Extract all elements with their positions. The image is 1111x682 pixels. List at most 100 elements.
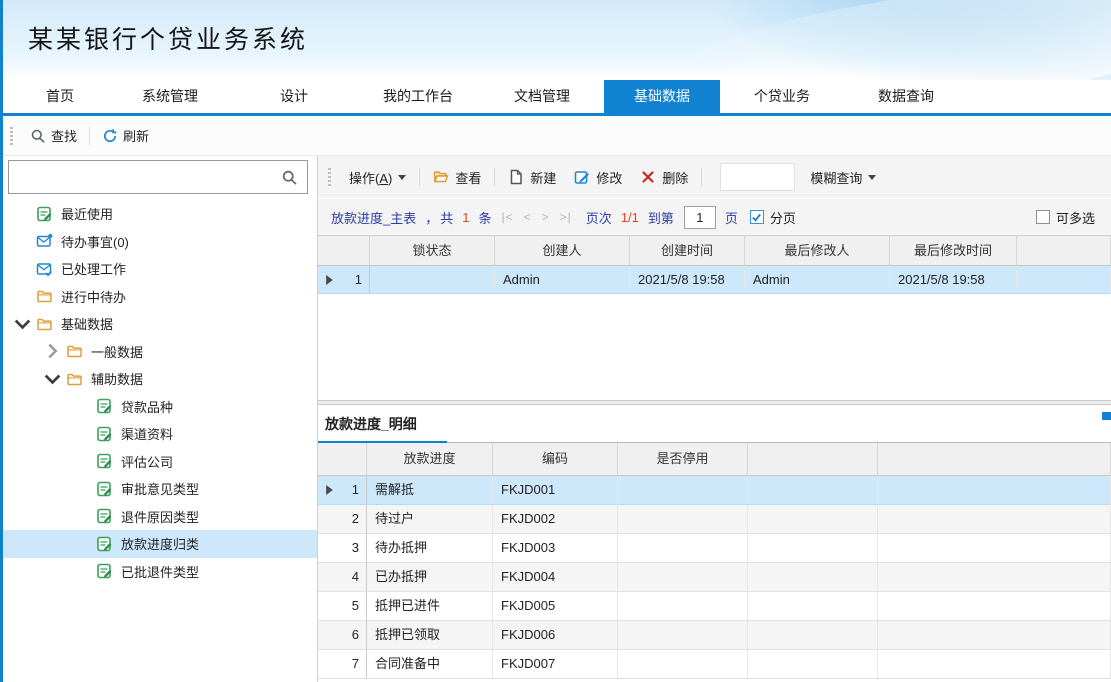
column-header-创建时间[interactable]: 创建时间 — [630, 236, 745, 266]
row-number: 4 — [352, 563, 359, 591]
tree-item-渠道资料[interactable]: 渠道资料 — [0, 420, 317, 448]
tree-item-审批意见类型[interactable]: 审批意见类型 — [0, 475, 317, 503]
row-header-cell[interactable]: 2 — [318, 505, 367, 534]
toolbar-grip[interactable] — [328, 168, 331, 186]
tab-数据查询[interactable]: 数据查询 — [844, 80, 968, 113]
column-header-放款进度[interactable]: 放款进度 — [367, 443, 493, 476]
tree-item-贷款品种[interactable]: 贷款品种 — [0, 393, 317, 421]
column-header-最后修改人[interactable]: 最后修改人 — [745, 236, 890, 266]
toolbar-separator — [701, 168, 702, 186]
tab-我的工作台[interactable]: 我的工作台 — [356, 80, 480, 113]
tree-item-评估公司[interactable]: 评估公司 — [0, 448, 317, 476]
column-header-锁状态[interactable]: 锁状态 — [370, 236, 495, 266]
row-header-cell[interactable]: 3 — [318, 534, 367, 563]
cell: FKJD002 — [493, 505, 618, 534]
column-header-blank[interactable] — [1017, 236, 1111, 266]
chevron-down-icon[interactable] — [44, 371, 61, 387]
row-header-cell[interactable]: 7 — [318, 650, 367, 679]
new-button[interactable]: 新建 — [499, 163, 565, 191]
table-row[interactable]: 5抵押已进件FKJD005 — [318, 592, 1111, 621]
fuzzy-query-dropdown[interactable]: 模糊查询 — [801, 163, 885, 191]
tab-文档管理[interactable]: 文档管理 — [480, 80, 604, 113]
sidebar-search-box — [8, 160, 308, 194]
separator-text: ， — [425, 208, 438, 227]
edit-button[interactable]: 修改 — [565, 163, 631, 191]
cell: Admin — [495, 266, 630, 294]
toolbar-grip[interactable] — [10, 127, 13, 145]
tree-item-已批退件类型[interactable]: 已批退件类型 — [0, 558, 317, 586]
folder-icon — [66, 343, 83, 359]
chevron-down-icon[interactable] — [14, 316, 31, 332]
tab-设计[interactable]: 设计 — [232, 80, 356, 113]
cell — [748, 534, 878, 563]
refresh-icon — [102, 128, 118, 144]
tree-item-进行中待办[interactable]: 进行中待办 — [0, 283, 317, 311]
cell — [748, 505, 878, 534]
navigation-tree: 最近使用待办事宜(0)已处理工作进行中待办基础数据一般数据辅助数据贷款品种渠道资… — [0, 200, 317, 682]
prev-page-button[interactable]: < — [524, 210, 532, 224]
column-header-blank[interactable] — [318, 443, 367, 476]
tree-item-一般数据[interactable]: 一般数据 — [0, 338, 317, 366]
toolbar-separator — [89, 127, 90, 145]
chevron-right-icon[interactable] — [44, 343, 61, 359]
row-number: 6 — [352, 621, 359, 649]
tree-item-辅助数据[interactable]: 辅助数据 — [0, 365, 317, 393]
delete-button[interactable]: 删除 — [631, 163, 697, 191]
paging-checkbox[interactable] — [750, 210, 764, 224]
doc-edit-icon — [96, 453, 113, 469]
table-row[interactable]: 1需解抵FKJD001 — [318, 476, 1111, 505]
view-button[interactable]: 查看 — [424, 163, 490, 191]
column-header-编码[interactable]: 编码 — [493, 443, 618, 476]
table-row[interactable]: 4已办抵押FKJD004 — [318, 563, 1111, 592]
tree-item-label: 放款进度归类 — [121, 534, 199, 553]
total-label: 共 — [440, 208, 453, 227]
next-page-button[interactable]: > — [542, 210, 550, 224]
row-header-cell[interactable]: 1 — [318, 476, 367, 505]
row-header-cell[interactable]: 6 — [318, 621, 367, 650]
tab-基础数据[interactable]: 基础数据 — [604, 80, 720, 113]
grid-toolbar: 操作(A) 查看 新建 修改 删除 — [318, 156, 1111, 198]
tree-item-基础数据[interactable]: 基础数据 — [0, 310, 317, 338]
table-row[interactable]: 3待办抵押FKJD003 — [318, 534, 1111, 563]
check-icon — [751, 212, 762, 223]
column-header-创建人[interactable]: 创建人 — [495, 236, 630, 266]
goto-page-input[interactable] — [684, 206, 716, 229]
tree-item-最近使用[interactable]: 最近使用 — [0, 200, 317, 228]
table-row[interactable]: 6抵押已领取FKJD006 — [318, 621, 1111, 650]
tab-个贷业务[interactable]: 个贷业务 — [720, 80, 844, 113]
find-button[interactable]: 查找 — [22, 123, 85, 149]
first-page-button[interactable]: |< — [502, 210, 514, 224]
toolbar-filter-input[interactable] — [720, 163, 795, 191]
table-row[interactable]: 7合同准备中FKJD007 — [318, 650, 1111, 679]
row-header-cell[interactable]: 5 — [318, 592, 367, 621]
action-menu-button[interactable]: 操作(A) — [340, 163, 415, 191]
cell — [878, 592, 1111, 621]
refresh-button[interactable]: 刷新 — [94, 123, 157, 149]
tab-系统管理[interactable]: 系统管理 — [108, 80, 232, 113]
tree-item-待办事宜(0)[interactable]: 待办事宜(0) — [0, 228, 317, 256]
column-header-blank[interactable] — [318, 236, 370, 266]
last-page-button[interactable]: >| — [560, 210, 572, 224]
row-header-cell[interactable]: 4 — [318, 563, 367, 592]
column-header-最后修改时间[interactable]: 最后修改时间 — [890, 236, 1017, 266]
tree-item-已处理工作[interactable]: 已处理工作 — [0, 255, 317, 283]
detail-tab-strip: 放款进度_明细 — [318, 405, 1111, 443]
cell — [618, 592, 748, 621]
table-row[interactable]: 2待过户FKJD002 — [318, 505, 1111, 534]
cell — [878, 476, 1111, 505]
row-header-cell[interactable]: 1 — [318, 266, 370, 294]
cell: 2021/5/8 19:58 — [630, 266, 745, 294]
tab-首页[interactable]: 首页 — [12, 80, 108, 113]
tree-item-label: 已批退件类型 — [121, 562, 199, 581]
column-header-是否停用[interactable]: 是否停用 — [618, 443, 748, 476]
find-toolbar: 查找 刷新 — [0, 116, 1111, 156]
multiselect-checkbox[interactable] — [1036, 210, 1050, 224]
delete-x-icon — [640, 169, 656, 185]
detail-tab[interactable]: 放款进度_明细 — [325, 414, 417, 434]
column-header-blank[interactable] — [878, 443, 1111, 476]
table-row[interactable]: 1Admin2021/5/8 19:58Admin2021/5/8 19:58 — [318, 266, 1111, 294]
column-header-blank[interactable] — [748, 443, 878, 476]
tree-item-退件原因类型[interactable]: 退件原因类型 — [0, 503, 317, 531]
sidebar-search-input[interactable] — [9, 161, 281, 193]
tree-item-放款进度归类[interactable]: 放款进度归类 — [0, 530, 317, 558]
